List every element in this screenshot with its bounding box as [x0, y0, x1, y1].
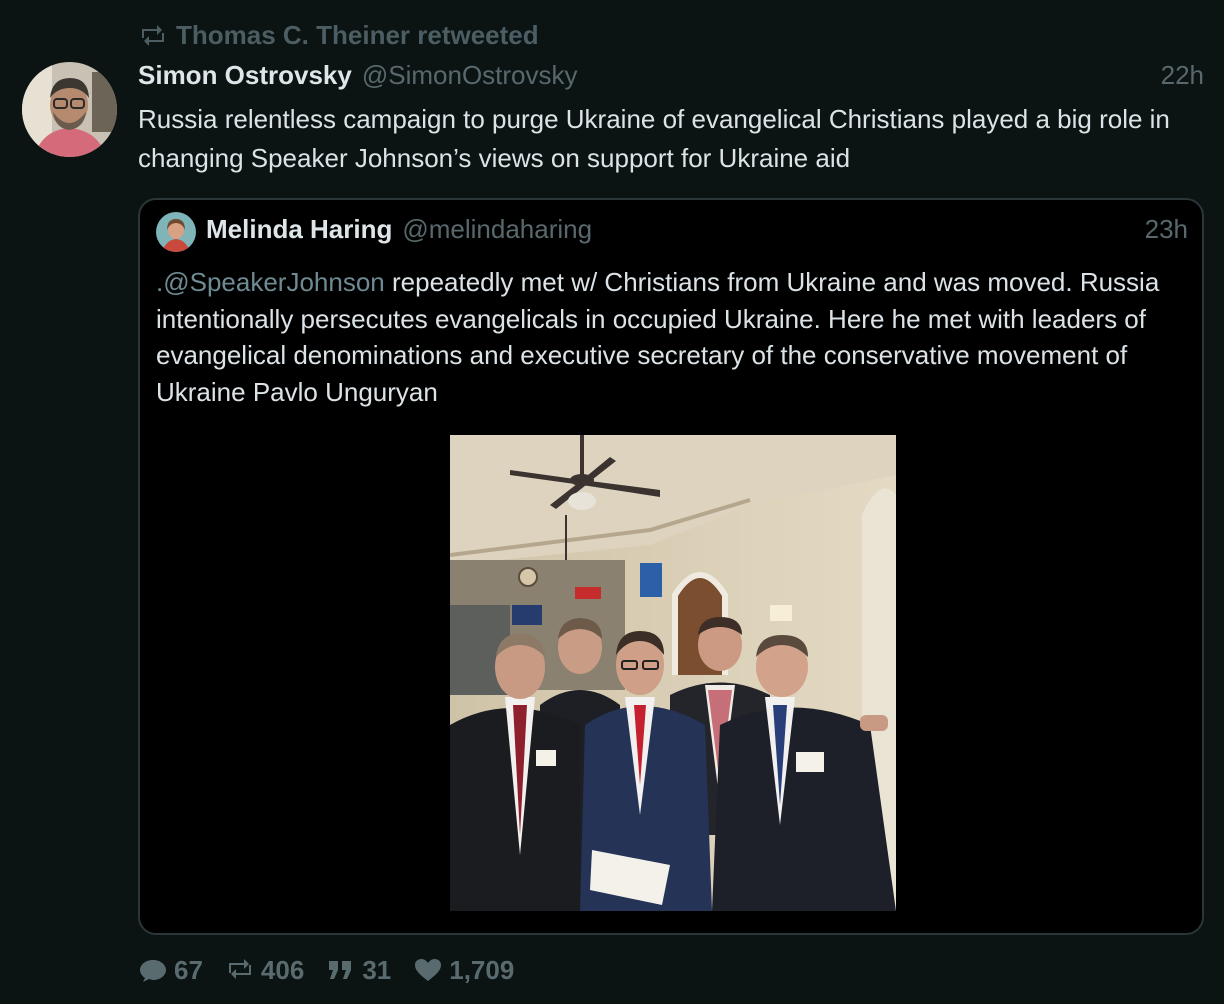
quoted-tweet-header: Melinda Haring @melindaharing 23h [206, 214, 1188, 245]
reply-action[interactable]: 67 [138, 955, 203, 986]
like-action[interactable]: 1,709 [413, 955, 514, 986]
quoted-author-avatar[interactable] [156, 212, 196, 252]
retweeted-by-label: Thomas C. Theiner retweeted [176, 20, 539, 50]
tweet-photo[interactable] [449, 435, 896, 911]
quoted-tweet-text: .@SpeakerJohnson repeatedly met w/ Chris… [156, 264, 1186, 410]
quote-count: 31 [362, 954, 392, 985]
retweet-action[interactable]: 406 [225, 955, 304, 986]
quoted-author-name[interactable]: Melinda Haring [206, 214, 392, 245]
retweet-count: 406 [260, 954, 305, 985]
like-count: 1,709 [449, 954, 515, 985]
quoted-author-handle[interactable]: @melindaharing [402, 214, 592, 245]
reply-count: 67 [174, 954, 203, 985]
author-name[interactable]: Simon Ostrovsky [138, 60, 352, 91]
quote-action[interactable]: 31 [326, 955, 391, 986]
reply-icon [140, 960, 166, 982]
tweet-text: Russia relentless campaign to purge Ukra… [138, 104, 1170, 173]
retweet-icon [142, 24, 164, 46]
heart-icon [415, 959, 442, 981]
author-handle[interactable]: @SimonOstrovsky [362, 60, 578, 91]
quote-icon [329, 961, 352, 979]
retweet-icon [228, 959, 251, 979]
quoted-tweet[interactable]: Melinda Haring @melindaharing 23h .@Spea… [138, 198, 1204, 935]
retweet-indicator: Thomas C. Theiner retweeted [138, 20, 539, 51]
mention-link[interactable]: .@SpeakerJohnson [156, 267, 385, 297]
quoted-tweet-timestamp[interactable]: 23h [1145, 214, 1188, 245]
author-avatar[interactable] [22, 62, 117, 157]
tweet-header: Simon Ostrovsky @SimonOstrovsky 22h [138, 60, 1204, 94]
tweet-actions: 67 406 31 1,709 [138, 952, 536, 988]
tweet-timestamp[interactable]: 22h [1161, 60, 1204, 91]
